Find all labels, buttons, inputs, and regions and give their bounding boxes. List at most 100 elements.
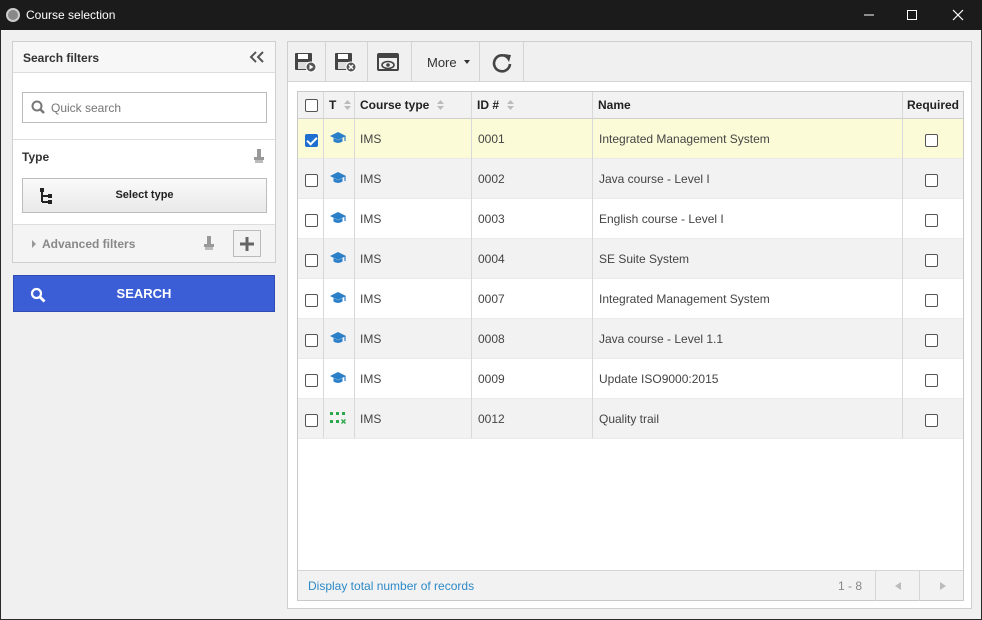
more-label: More: [427, 55, 457, 70]
page-range: 1 - 8: [838, 579, 863, 593]
advanced-filters-toggle[interactable]: Advanced filters: [13, 225, 275, 262]
clear-advanced-icon[interactable]: [203, 235, 215, 251]
filters-title: Search filters: [23, 51, 100, 65]
add-filter-button[interactable]: [233, 230, 261, 257]
next-arrow-icon: [940, 582, 946, 590]
display-total-link[interactable]: Display total number of records: [308, 579, 474, 593]
search-filters-panel: Search filters Type: [12, 41, 276, 263]
column-header-name[interactable]: Name: [598, 92, 631, 118]
row-select-checkbox[interactable]: [305, 214, 318, 227]
course-type-cell: IMS: [360, 172, 382, 186]
column-header-required[interactable]: Required: [907, 92, 959, 118]
toolbar: More: [288, 42, 971, 82]
select-all-checkbox[interactable]: [305, 99, 318, 112]
window-title: Course selection: [26, 8, 116, 22]
table-row[interactable]: IMS 0002 Java course - Level I: [298, 159, 963, 199]
search-icon: [31, 100, 45, 114]
table-row[interactable]: IMS 0007 Integrated Management System: [298, 279, 963, 319]
dropdown-arrow-icon: [464, 60, 470, 64]
required-checkbox[interactable]: [925, 134, 938, 147]
row-select-checkbox[interactable]: [305, 174, 318, 187]
course-type-cell: IMS: [360, 252, 382, 266]
column-header-course-type[interactable]: Course type: [360, 92, 445, 118]
select-type-button[interactable]: Select type: [22, 178, 267, 213]
table-row[interactable]: IMS 0009 Update ISO9000:2015: [298, 359, 963, 399]
graduation-cap-icon: [330, 331, 346, 348]
course-type-cell: IMS: [360, 372, 382, 386]
save-close-icon: [335, 53, 357, 73]
required-checkbox[interactable]: [925, 174, 938, 187]
save-close-button[interactable]: [326, 42, 368, 81]
id-cell: 0004: [478, 252, 505, 266]
search-icon: [30, 287, 46, 303]
row-select-checkbox[interactable]: [305, 134, 318, 147]
table-row[interactable]: IMS 0003 English course - Level I: [298, 199, 963, 239]
app-icon: [6, 8, 20, 22]
name-cell: Java course - Level 1.1: [599, 332, 724, 346]
required-checkbox[interactable]: [925, 414, 938, 427]
name-cell: Integrated Management System: [599, 132, 770, 146]
id-cell: 0008: [478, 332, 505, 346]
course-type-cell: IMS: [360, 212, 382, 226]
close-button[interactable]: [935, 0, 981, 30]
row-select-checkbox[interactable]: [305, 254, 318, 267]
prev-arrow-icon: [895, 582, 901, 590]
type-label: Type: [22, 150, 50, 164]
view-button[interactable]: [368, 42, 412, 81]
grid-header: T Course type ID # Name Required: [298, 92, 963, 119]
save-play-icon: [295, 53, 317, 73]
save-button[interactable]: [288, 42, 326, 81]
table-row[interactable]: IMS 0008 Java course - Level 1.1: [298, 319, 963, 359]
course-type-cell: IMS: [360, 132, 382, 146]
column-header-type[interactable]: T: [329, 92, 352, 118]
collapse-icon[interactable]: [249, 50, 265, 64]
id-cell: 0007: [478, 292, 505, 306]
graduation-cap-icon: [330, 291, 346, 308]
trail-icon: [330, 411, 346, 428]
search-button-label: SEARCH: [116, 286, 172, 301]
more-menu-button[interactable]: More: [412, 42, 480, 81]
id-cell: 0003: [478, 212, 505, 226]
minimize-button[interactable]: [846, 0, 892, 30]
column-header-id[interactable]: ID #: [477, 92, 515, 118]
name-cell: Java course - Level I: [599, 172, 710, 186]
table-row[interactable]: IMS 0012 Quality trail: [298, 399, 963, 439]
row-select-checkbox[interactable]: [305, 414, 318, 427]
dialog-body: Search filters Type: [0, 30, 982, 620]
quick-search-input[interactable]: [51, 93, 261, 122]
row-select-checkbox[interactable]: [305, 294, 318, 307]
search-button[interactable]: SEARCH: [13, 275, 275, 312]
graduation-cap-icon: [330, 131, 346, 148]
graduation-cap-icon: [330, 211, 346, 228]
quick-search-field[interactable]: [22, 92, 267, 123]
required-checkbox[interactable]: [925, 334, 938, 347]
required-checkbox[interactable]: [925, 374, 938, 387]
grid-footer: Display total number of records 1 - 8: [298, 570, 963, 601]
maximize-button[interactable]: [889, 0, 935, 30]
course-type-cell: IMS: [360, 292, 382, 306]
row-select-checkbox[interactable]: [305, 374, 318, 387]
required-checkbox[interactable]: [925, 294, 938, 307]
select-type-label: Select type: [115, 189, 174, 201]
name-cell: Quality trail: [599, 412, 660, 426]
table-row[interactable]: IMS 0001 Integrated Management System: [298, 119, 963, 159]
refresh-button[interactable]: [480, 42, 524, 81]
sort-icon: [344, 100, 352, 110]
id-cell: 0001: [478, 132, 505, 146]
table-row[interactable]: IMS 0004 SE Suite System: [298, 239, 963, 279]
name-cell: English course - Level I: [599, 212, 724, 226]
prev-page-button[interactable]: [875, 571, 919, 601]
plus-icon: [240, 237, 254, 251]
next-page-button[interactable]: [919, 571, 963, 601]
title-bar: Course selection: [0, 0, 982, 30]
id-cell: 0002: [478, 172, 505, 186]
name-cell: Integrated Management System: [599, 292, 770, 306]
row-select-checkbox[interactable]: [305, 334, 318, 347]
clear-type-icon[interactable]: [253, 148, 265, 164]
refresh-icon: [492, 54, 512, 73]
tree-icon: [40, 188, 52, 204]
minimize-icon: [864, 14, 874, 16]
required-checkbox[interactable]: [925, 254, 938, 267]
view-window-icon: [377, 53, 399, 71]
required-checkbox[interactable]: [925, 214, 938, 227]
